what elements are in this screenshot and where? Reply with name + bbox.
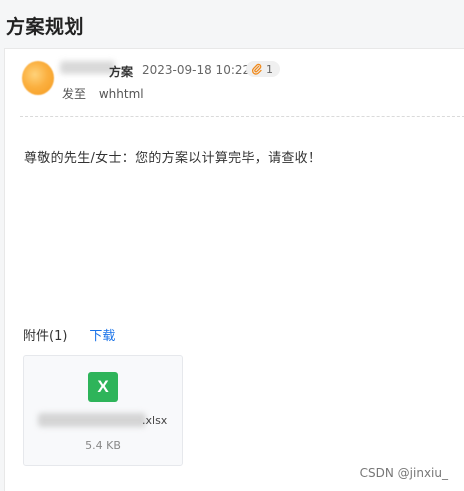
email-timestamp: 2023-09-18 10:22 [142,63,251,77]
attachments-header: 附件(1) 下载 [23,325,115,344]
paperclip-icon [252,63,262,75]
email-card: 方案 2023-09-18 10:22 1 发至 whhtml 尊敬的先生/女士… [4,48,464,491]
page-title: 方案规划 [6,16,85,38]
recipient-label: 发至 [62,87,87,101]
file-name-extension: .xlsx [142,414,168,427]
attachments-label: 附件(1) [23,329,68,344]
file-name-redacted [38,413,146,427]
file-size: 5.4 KB [85,439,121,452]
attachment-count-badge[interactable]: 1 [246,61,280,77]
attachment-file-card[interactable]: X .xlsx 5.4 KB [23,355,183,466]
header-divider [20,116,464,117]
recipient-row: 发至 whhtml [62,85,144,102]
attachment-count: 1 [266,62,273,76]
watermark: CSDN @jinxiu_ [359,466,448,480]
download-all-link[interactable]: 下载 [89,325,115,344]
recipient-value: whhtml [98,87,144,101]
excel-file-icon: X [88,372,118,402]
sender-name-redacted [60,61,115,74]
sender-name: 方案 [109,65,134,79]
sender-avatar [22,61,54,95]
email-body: 尊敬的先生/女士：您的方案以计算完毕，请查收！ [24,151,322,166]
